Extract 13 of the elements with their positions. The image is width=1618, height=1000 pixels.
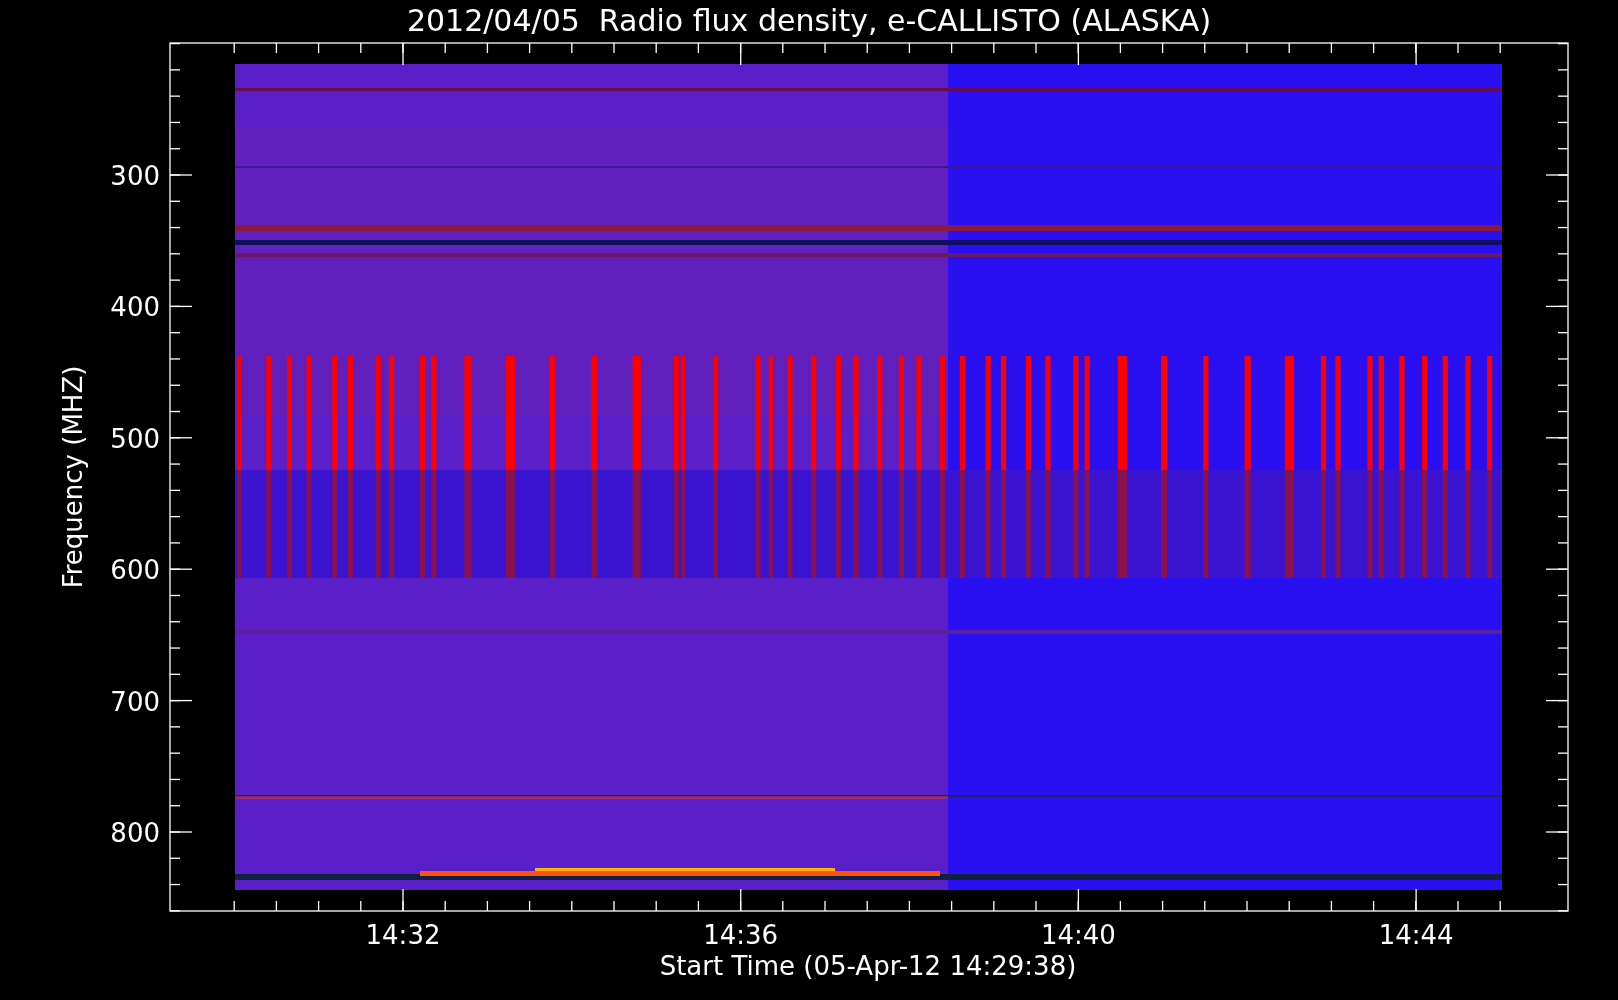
y-tick-label: 600: [110, 555, 160, 586]
x-tick-label: 14:40: [1040, 920, 1116, 950]
y-tick-label: 300: [110, 161, 160, 191]
y-tick-label: 500: [110, 423, 160, 454]
x-axis-label: Start Time (05-Apr-12 14:29:38): [659, 951, 1077, 981]
plot-title: 2012/04/05 Radio flux density, e-CALLISTO (ALASKA): [406, 3, 1212, 38]
y-tick-label: 400: [110, 292, 160, 323]
y-tick-label: 800: [110, 818, 160, 848]
y-tick-label: 700: [110, 686, 160, 717]
x-tick-label: 14:44: [1378, 920, 1454, 950]
y-axis-label: Frequency (MHZ): [58, 365, 88, 589]
x-tick-label: 14:36: [703, 920, 779, 950]
x-tick-label: 14:32: [365, 920, 441, 950]
